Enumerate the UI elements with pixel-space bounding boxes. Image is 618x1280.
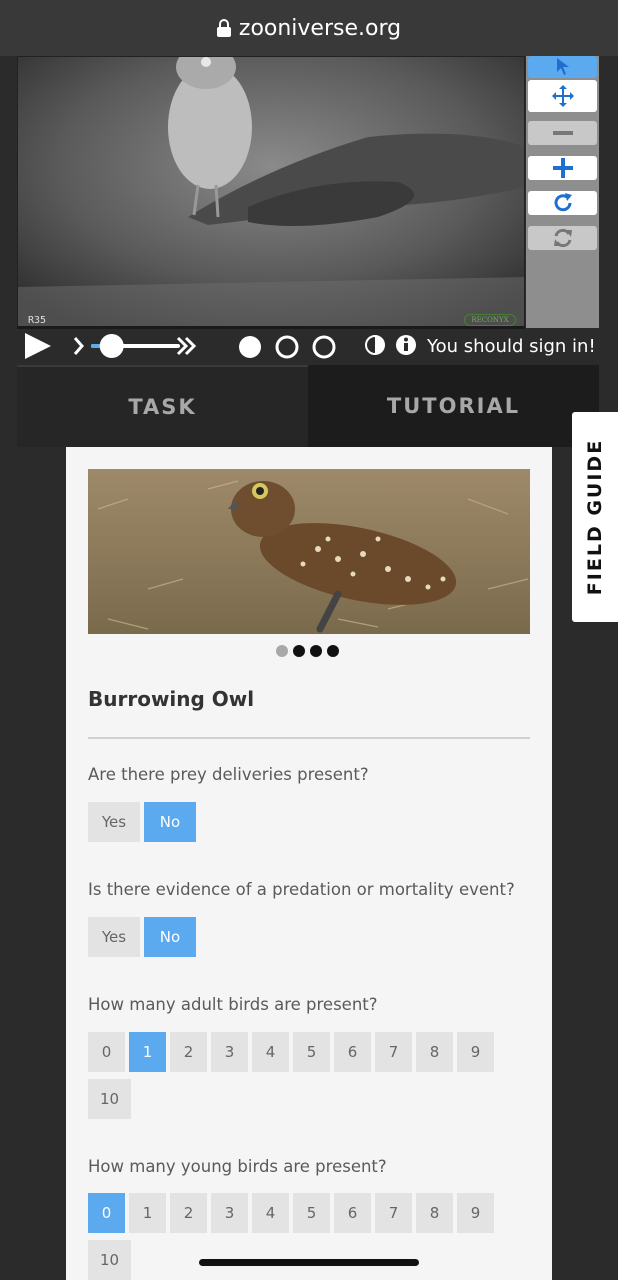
pointer-tool-button[interactable] [528,56,597,78]
lock-icon [216,19,231,37]
answer-option-7[interactable]: 7 [375,1193,412,1233]
answer-option-4[interactable]: 4 [252,1032,289,1072]
question-predation-event: Is there evidence of a predation or mort… [88,880,515,899]
camera-trap-image [18,57,524,327]
answer-option-yes[interactable]: Yes [88,917,140,957]
rotate-icon [554,193,572,212]
classifier-tabs: TASK TUTORIAL [17,365,599,447]
answer-option-5[interactable]: 5 [293,1032,330,1072]
question-prey-deliveries: Are there prey deliveries present? [88,765,369,784]
speed-slider-thumb[interactable] [99,334,124,358]
answer-group-adult-birds: 0 1 2 3 4 5 6 7 8 9 10 [88,1032,508,1119]
answer-option-6[interactable]: 6 [334,1032,371,1072]
answer-option-10[interactable]: 10 [88,1079,132,1119]
answer-group-prey-deliveries: Yes No [88,802,508,842]
answer-option-10[interactable]: 10 [88,1240,132,1280]
field-guide-button[interactable]: FIELD GUIDE [572,412,618,622]
camera-brand-logo: RECONYX [464,314,516,326]
rotate-button[interactable] [528,191,597,215]
zoom-in-button[interactable] [528,156,597,180]
carousel-dot[interactable] [327,645,339,657]
browser-url-bar[interactable]: zooniverse.org [0,0,618,56]
answer-option-7[interactable]: 7 [375,1032,412,1072]
task-panel: Burrowing Owl Are there prey deliveries … [66,447,552,1280]
play-icon[interactable] [25,333,51,359]
divider [88,737,530,739]
home-indicator[interactable] [199,1259,419,1266]
tab-task[interactable]: TASK [17,365,308,447]
species-example-image[interactable] [88,469,530,634]
url-text: zooniverse.org [238,15,402,41]
answer-group-predation-event: Yes No [88,917,508,957]
answer-option-2[interactable]: 2 [170,1193,207,1233]
pan-tool-button[interactable] [528,80,597,112]
answer-option-5[interactable]: 5 [293,1193,330,1233]
image-toolbar [526,56,599,328]
answer-option-2[interactable]: 2 [170,1032,207,1072]
zoom-in-icon [552,158,573,178]
contrast-icon[interactable] [365,335,385,355]
carousel-dot[interactable] [276,645,288,657]
pointer-icon [556,58,569,75]
zoom-out-icon [552,131,573,135]
frame-dot-3[interactable] [312,335,336,359]
question-adult-birds: How many adult birds are present? [88,995,378,1014]
carousel-dot[interactable] [310,645,322,657]
answer-group-young-birds: 0 1 2 3 4 5 6 7 8 9 10 [88,1193,508,1280]
move-icon [551,85,574,107]
image-carousel-dots [276,645,339,657]
camera-stamp: R35 [28,315,47,326]
answer-option-3[interactable]: 3 [211,1032,248,1072]
answer-option-no[interactable]: No [144,917,196,957]
sign-in-message[interactable]: You should sign in! [427,336,596,357]
answer-option-1[interactable]: 1 [129,1032,166,1072]
viewer-frame-edge [17,326,525,329]
answer-option-9[interactable]: 9 [457,1032,494,1072]
fast-forward-icon[interactable] [176,336,197,356]
species-title: Burrowing Owl [88,687,255,711]
step-forward-icon[interactable] [73,337,84,355]
info-icon[interactable] [396,335,416,355]
answer-option-8[interactable]: 8 [416,1032,453,1072]
playback-controls: You should sign in! [17,330,607,364]
carousel-dot[interactable] [293,645,305,657]
answer-option-4[interactable]: 4 [252,1193,289,1233]
answer-option-0[interactable]: 0 [88,1193,125,1233]
answer-option-6[interactable]: 6 [334,1193,371,1233]
field-guide-label: FIELD GUIDE [584,438,606,596]
answer-option-8[interactable]: 8 [416,1193,453,1233]
frame-dot-2[interactable] [275,335,299,359]
answer-option-no[interactable]: No [144,802,196,842]
reset-icon [553,228,572,248]
reset-button[interactable] [528,226,597,250]
subject-image-viewer[interactable]: R35 RECONYX [17,56,525,328]
frame-dot-1[interactable] [239,336,261,358]
answer-option-3[interactable]: 3 [211,1193,248,1233]
answer-option-yes[interactable]: Yes [88,802,140,842]
tab-tutorial[interactable]: TUTORIAL [308,365,599,447]
question-young-birds: How many young birds are present? [88,1157,387,1176]
answer-option-1[interactable]: 1 [129,1193,166,1233]
answer-option-0[interactable]: 0 [88,1032,125,1072]
answer-option-9[interactable]: 9 [457,1193,494,1233]
zoom-out-button[interactable] [528,121,597,145]
